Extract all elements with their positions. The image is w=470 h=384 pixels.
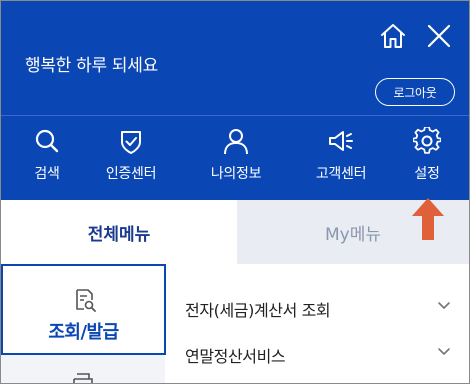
menu-tabs: 전체메뉴 My메뉴: [1, 200, 469, 264]
document-search-icon: [76, 289, 96, 312]
chevron-down-icon: [438, 302, 450, 309]
quick-menu-label: 인증센터: [105, 166, 157, 182]
quick-menu-my-info[interactable]: 나의정보: [196, 127, 276, 187]
quick-menu-search[interactable]: 검색: [7, 127, 87, 187]
chevron-down-icon: [438, 348, 450, 355]
search-icon: [35, 129, 59, 153]
quick-menu-label: 나의정보: [210, 166, 262, 182]
tab-all-menu[interactable]: 전체메뉴: [1, 200, 237, 264]
logout-button[interactable]: 로그아웃: [375, 78, 455, 106]
menu-item-label: 전자(세금)계산서 조회: [185, 301, 331, 320]
printer-icon[interactable]: [71, 373, 95, 384]
header-divider: [1, 115, 469, 116]
annotation-up-arrow-icon: [412, 198, 444, 240]
quick-menu-label: 설정: [414, 166, 440, 182]
menu-header: 행복한 하루 되세요 로그아웃 검색 인증센터 나의정보 고객센터 설정: [1, 1, 469, 200]
menu-item-label: 연말정산서비스: [185, 347, 286, 366]
quick-menu-settings[interactable]: 설정: [387, 127, 467, 187]
quick-menu-label: 고객센터: [315, 166, 367, 182]
close-icon: [427, 24, 451, 48]
close-button[interactable]: [424, 21, 454, 51]
home-button[interactable]: [378, 21, 408, 51]
person-icon: [224, 129, 248, 155]
greeting-text: 행복한 하루 되세요: [25, 56, 158, 76]
menu-item-e-tax-invoice-inquiry[interactable]: 전자(세금)계산서 조회: [167, 285, 469, 331]
category-inquiry-issuance[interactable]: 조회/발급: [1, 264, 166, 355]
quick-menu-label: 검색: [34, 166, 60, 182]
shield-check-icon: [121, 131, 141, 154]
menu-item-year-end-settlement[interactable]: 연말정산서비스: [167, 331, 469, 377]
quick-menu-certification-center[interactable]: 인증센터: [91, 127, 171, 187]
quick-menu-customer-center[interactable]: 고객센터: [301, 127, 381, 187]
category-label: 조회/발급: [48, 322, 119, 343]
home-icon: [381, 24, 405, 48]
mobile-menu-screen: 행복한 하루 되세요 로그아웃 검색 인증센터 나의정보 고객센터 설정 전체메…: [0, 0, 470, 384]
megaphone-icon: [329, 131, 353, 151]
gear-icon: [413, 127, 441, 154]
